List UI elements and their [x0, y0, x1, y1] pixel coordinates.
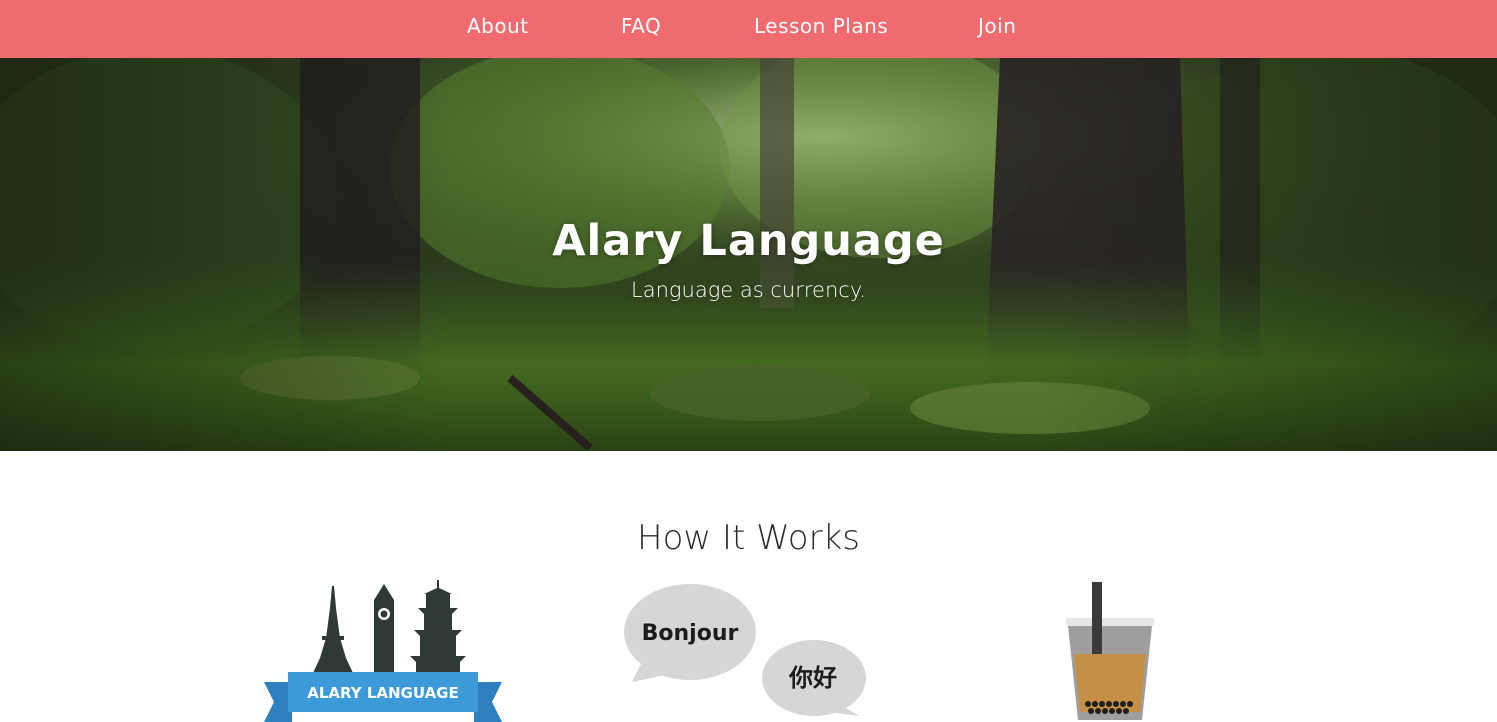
- bubble-tea-icon: [1058, 580, 1158, 722]
- nav-link-faq[interactable]: FAQ: [621, 14, 661, 38]
- logo-banner-text: ALARY LANGUAGE: [307, 684, 459, 702]
- speech-bubbles-icon: Bonjour 你好: [622, 582, 867, 722]
- hero-title: Alary Language: [552, 216, 945, 266]
- hero-banner: Alary Language Language as currency.: [0, 58, 1497, 451]
- bubble-text-bonjour: Bonjour: [642, 621, 739, 646]
- how-it-works-title: How It Works: [637, 518, 860, 558]
- nav-link-join[interactable]: Join: [978, 14, 1016, 38]
- landmarks-logo-icon: ALARY LANGUAGE: [262, 578, 504, 722]
- hero-subtitle: Language as currency.: [631, 278, 866, 302]
- top-nav: About FAQ Lesson Plans Join: [0, 0, 1497, 58]
- bubble-text-nihao: 你好: [788, 664, 837, 692]
- nav-link-about[interactable]: About: [467, 14, 529, 38]
- nav-link-lesson-plans[interactable]: Lesson Plans: [754, 14, 888, 38]
